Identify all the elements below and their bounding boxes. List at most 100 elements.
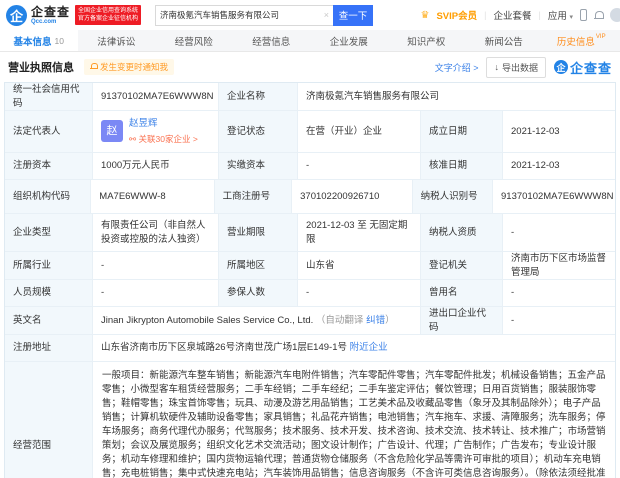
reg-authority-value: 济南市历下区市场监督管理局 xyxy=(503,252,615,279)
field-label: 参保人数 xyxy=(219,280,298,306)
notify-on-change-button[interactable]: 发生变更时通知我 xyxy=(84,59,175,75)
industry-value: - xyxy=(93,252,219,279)
reg-status-value: 在营（开业）企业 xyxy=(298,111,421,152)
brand-name: 企查查 xyxy=(31,4,71,19)
field-label: 经营范围 xyxy=(5,362,93,478)
brand-block[interactable]: 企查查 Qcc.com xyxy=(31,6,70,25)
qcc-logo-icon[interactable]: 企 xyxy=(6,4,27,26)
field-label: 英文名 xyxy=(5,307,93,334)
table-row: 英文名 Jinan Jikrypton Automobile Sales Ser… xyxy=(5,307,615,335)
business-term-value: 2021-12-03 至 无固定期限 xyxy=(298,214,421,251)
field-label: 所属行业 xyxy=(5,252,93,279)
enterprise-package-link[interactable]: 企业套餐 xyxy=(493,8,531,22)
field-label: 纳税人识别号 xyxy=(412,180,493,213)
est-date-value: 2021-12-03 xyxy=(503,111,615,152)
table-row: 注册地址 山东省济南市历下区泉城路26号济南世茂广场1层E149-1号 附近企业 xyxy=(5,335,615,362)
taxpayer-quality-value: - xyxy=(503,214,615,251)
tab-news[interactable]: 新闻公告 xyxy=(465,30,543,51)
tab-intellectual-property[interactable]: 知识产权 xyxy=(388,30,466,51)
staff-size-value: - xyxy=(93,280,219,306)
english-name-cell: Jinan Jikrypton Automobile Sales Service… xyxy=(93,307,421,334)
mobile-app-icon[interactable] xyxy=(580,9,587,21)
notification-bell-icon[interactable] xyxy=(594,10,604,20)
tab-count: 10 xyxy=(54,35,64,46)
company-name-value: 济南极氪汽车销售服务有限公司 xyxy=(298,83,615,110)
tab-bar: 基本信息 10 法律诉讼 经营风险 经营信息 企业发展 知识产权 新闻公告 历史信… xyxy=(0,30,620,52)
brand-domain: Qcc.com xyxy=(31,18,57,25)
bell-icon xyxy=(90,63,98,71)
region-value: 山东省 xyxy=(298,252,421,279)
svip-link[interactable]: SVIP会员 xyxy=(436,8,477,22)
credit-system-badge: 全国企业信用查询系统 官方备案企业征信机构 xyxy=(75,4,142,26)
search-button[interactable]: 查一下 xyxy=(333,4,374,26)
field-label: 纳税人资质 xyxy=(421,214,503,251)
relation-graph-icon: ⚯ xyxy=(129,134,137,145)
tab-company-development[interactable]: 企业发展 xyxy=(310,30,388,51)
tab-operation-info[interactable]: 经营信息 xyxy=(233,30,311,51)
field-label: 登记机关 xyxy=(421,252,503,279)
search-input[interactable] xyxy=(160,10,322,20)
export-data-button[interactable]: ↓ 导出数据 xyxy=(486,56,546,78)
section-title: 营业执照信息 xyxy=(8,62,74,74)
search-box: × xyxy=(155,4,334,26)
field-label: 企业名称 xyxy=(219,83,298,110)
field-label: 注册资本 xyxy=(5,153,93,179)
download-icon: ↓ xyxy=(494,62,499,72)
field-label: 人员规模 xyxy=(5,280,93,306)
legal-rep-cell: 赵 赵昱辉 ⚯ 关联30家企业 > xyxy=(93,111,219,152)
table-row: 企业类型 有限责任公司（非自然人投资或控股的法人独资） 营业期限 2021-12… xyxy=(5,214,615,252)
top-nav: ♛ SVIP会员 | 企业套餐 | 应用 ▾ xyxy=(420,8,620,22)
table-row: 经营范围 一般项目：新能源汽车整车销售；新能源汽车电附件销售；汽车零配件零售；汽… xyxy=(5,362,615,478)
tab-history-info[interactable]: 历史信息 VIP xyxy=(543,30,620,51)
credit-code-value: 91370102MA7E6WWW8N xyxy=(93,83,219,110)
reg-number-value: 370102200926710 xyxy=(292,180,413,213)
org-code-value: MA7E6WWW-8 xyxy=(91,180,215,213)
field-label: 曾用名 xyxy=(421,280,503,306)
apps-menu[interactable]: 应用 ▾ xyxy=(548,8,573,22)
clear-search-icon[interactable]: × xyxy=(324,10,329,20)
table-row: 统一社会信用代码 91370102MA7E6WWW8N 企业名称 济南极氪汽车销… xyxy=(5,83,615,111)
import-export-code-value: - xyxy=(503,307,615,334)
table-row: 法定代表人 赵 赵昱辉 ⚯ 关联30家企业 > 登记状态 在营（开业）企业 成立… xyxy=(5,111,615,153)
divider: | xyxy=(538,10,541,20)
tab-legal-litigation[interactable]: 法律诉讼 xyxy=(78,30,156,51)
insured-count-value: - xyxy=(298,280,421,306)
english-name-value: Jinan Jikrypton Automobile Sales Service… xyxy=(101,314,314,326)
table-row: 组织机构代码 MA7E6WWW-8 工商注册号 370102200926710 … xyxy=(5,180,615,214)
field-label: 企业类型 xyxy=(5,214,93,251)
field-label: 进出口企业代码 xyxy=(421,307,503,334)
field-label: 组织机构代码 xyxy=(5,180,92,213)
qcc-watermark: 企 企查查 xyxy=(553,58,612,77)
field-label: 登记状态 xyxy=(219,111,298,152)
approval-date-value: 2021-12-03 xyxy=(503,153,615,179)
reg-address-value: 山东省济南市历下区泉城路26号济南世茂广场1层E149-1号 xyxy=(101,342,347,354)
section-header: 营业执照信息 发生变更时通知我 文字介绍 > ↓ 导出数据 企 企查查 xyxy=(0,52,620,82)
tab-operation-risk[interactable]: 经营风险 xyxy=(155,30,233,51)
note-close: ） xyxy=(385,314,395,326)
text-intro-link[interactable]: 文字介绍 > xyxy=(435,61,479,74)
top-bar: 企 企查查 Qcc.com 全国企业信用查询系统 官方备案企业征信机构 × 查一… xyxy=(0,0,620,30)
qcc-stamp-text: 企查查 xyxy=(569,60,612,76)
company-type-value: 有限责任公司（非自然人投资或控股的法人独资） xyxy=(93,214,219,251)
tab-basic-info[interactable]: 基本信息 10 xyxy=(0,30,78,51)
search-bar: × 查一下 xyxy=(155,4,374,26)
field-label: 工商注册号 xyxy=(214,180,293,213)
nearby-companies-link[interactable]: 附近企业 xyxy=(350,341,388,355)
field-label: 成立日期 xyxy=(421,111,503,152)
field-label: 注册地址 xyxy=(5,335,93,361)
legal-rep-avatar: 赵 xyxy=(101,120,123,143)
user-avatar[interactable] xyxy=(610,8,620,22)
paid-capital-value: - xyxy=(298,153,421,179)
related-companies-link[interactable]: ⚯ 关联30家企业 > xyxy=(129,133,198,145)
field-label: 营业期限 xyxy=(219,214,298,251)
legal-rep-link[interactable]: 赵昱辉 xyxy=(129,117,198,131)
field-label: 法定代表人 xyxy=(5,111,93,152)
table-row: 注册资本 1000万元人民币 实缴资本 - 核准日期 2021-12-03 xyxy=(5,153,615,180)
chevron-down-icon: ▾ xyxy=(569,14,573,21)
crown-icon: ♛ xyxy=(420,9,430,21)
correct-error-link[interactable]: 纠错 xyxy=(366,314,385,328)
business-scope-value: 一般项目：新能源汽车整车销售；新能源汽车电附件销售；汽车零配件零售；汽车零配件批… xyxy=(93,362,615,478)
field-label: 所属地区 xyxy=(219,252,298,279)
badge-line1: 全国企业信用查询系统 xyxy=(78,7,139,14)
reg-address-cell: 山东省济南市历下区泉城路26号济南世茂广场1层E149-1号 附近企业 xyxy=(93,335,615,361)
